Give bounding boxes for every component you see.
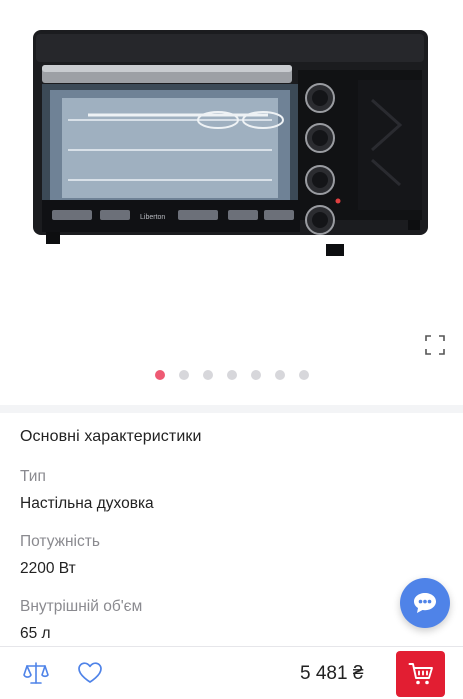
spec-item: Внутрішній об'єм 65 л xyxy=(20,598,440,643)
gallery-dot[interactable] xyxy=(250,370,261,380)
product-gallery: Liberton xyxy=(0,0,463,405)
cart-icon xyxy=(408,663,433,685)
expand-icon xyxy=(425,335,445,355)
gallery-dot[interactable] xyxy=(202,370,213,380)
spec-name: Потужність xyxy=(20,533,100,550)
spec-value: 2200 Вт xyxy=(20,560,76,577)
specs-section: Основні характеристики Тип Настільна дух… xyxy=(20,428,440,643)
gallery-dot[interactable] xyxy=(178,370,189,380)
spec-name: Тип xyxy=(20,468,46,485)
gallery-dot[interactable] xyxy=(298,370,309,380)
spec-item: Потужність 2200 Вт xyxy=(20,533,440,578)
product-image[interactable]: Liberton xyxy=(28,20,438,300)
brand-label: Liberton xyxy=(140,214,165,221)
wishlist-button[interactable] xyxy=(74,657,106,689)
section-divider xyxy=(0,405,463,413)
expand-button[interactable] xyxy=(420,330,450,360)
gallery-dot[interactable] xyxy=(226,370,237,380)
scales-icon xyxy=(23,662,49,684)
heart-icon xyxy=(78,662,102,683)
spec-value: 65 л xyxy=(20,625,51,642)
spec-item: Тип Настільна духовка xyxy=(20,468,440,513)
spec-value: Настільна духовка xyxy=(20,495,154,512)
bottom-action-bar: 5 481 ₴ xyxy=(0,646,463,699)
add-to-cart-button[interactable] xyxy=(396,651,445,697)
gallery-pagination xyxy=(0,370,463,380)
chat-button[interactable] xyxy=(400,578,450,628)
spec-name: Внутрішній об'єм xyxy=(20,598,143,615)
chat-icon xyxy=(414,593,436,613)
product-price: 5 481 ₴ xyxy=(300,663,364,684)
compare-button[interactable] xyxy=(20,657,52,689)
specs-title: Основні характеристики xyxy=(20,428,202,445)
gallery-dot[interactable] xyxy=(154,370,165,380)
gallery-dot[interactable] xyxy=(274,370,285,380)
